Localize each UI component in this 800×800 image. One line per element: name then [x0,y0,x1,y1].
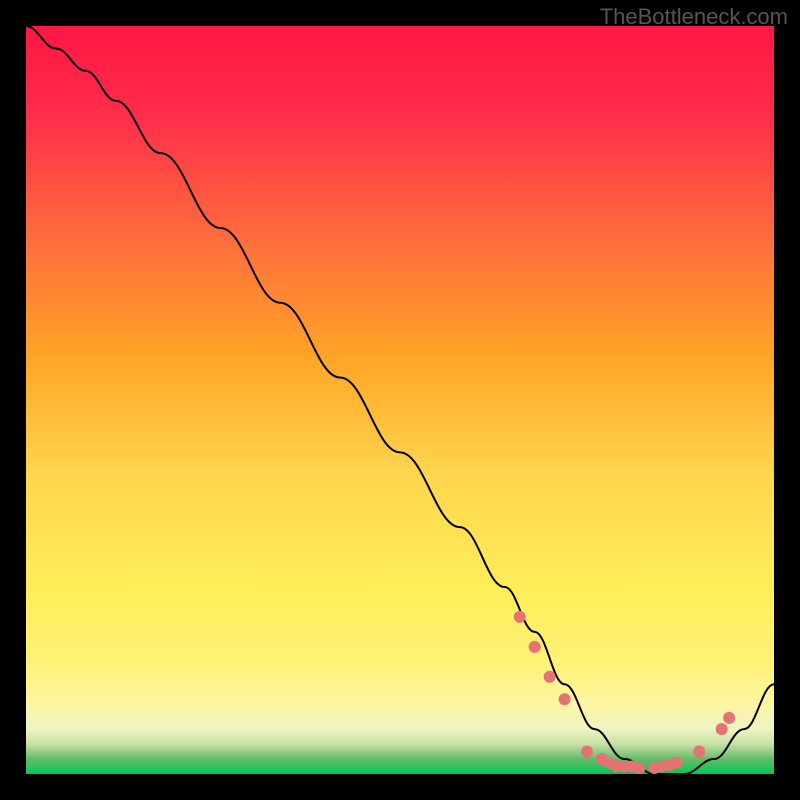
curve-marker [514,611,526,623]
curve-marker [693,746,705,758]
curve-marker [716,723,728,735]
curve-marker [633,762,645,774]
curve-marker [529,641,541,653]
chart-curve-layer [26,26,774,774]
curve-markers [514,611,735,774]
bottleneck-curve-path [26,26,774,774]
watermark-text: TheBottleneck.com [600,4,788,30]
chart-plot-area [26,26,774,774]
curve-marker [559,693,571,705]
curve-marker [671,757,683,769]
curve-marker [544,671,556,683]
curve-marker [723,712,735,724]
curve-marker [581,746,593,758]
